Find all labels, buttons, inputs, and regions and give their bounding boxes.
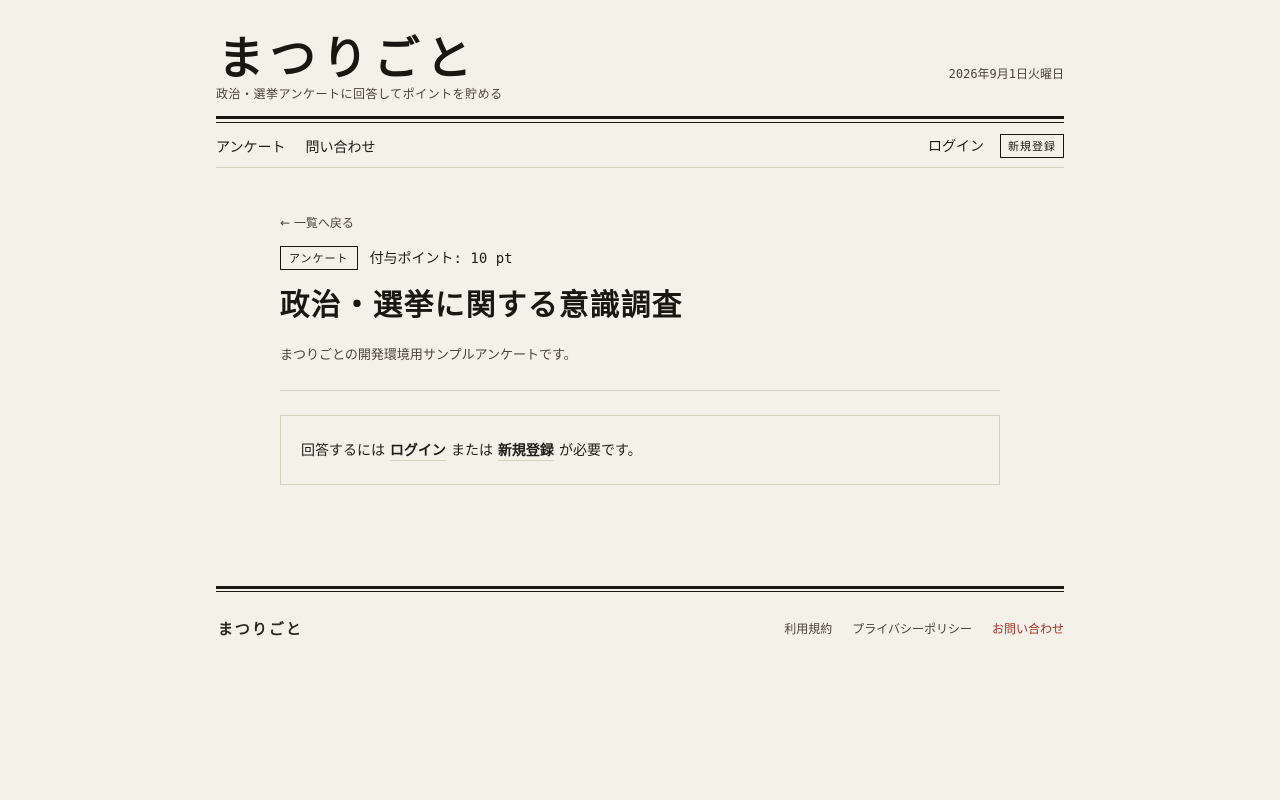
notice-prefix: 回答するには [301,443,385,459]
back-to-list-link[interactable]: ← 一覧へ戻る [280,214,354,231]
survey-detail: ← 一覧へ戻る アンケート 付与ポイント: 10 pt 政治・選挙に関する意識調… [280,212,1000,485]
nav-item-contact[interactable]: 問い合わせ [305,137,375,157]
current-date: 2026年9月1日火曜日 [948,67,1064,81]
reward-points: 付与ポイント: 10 pt [369,251,513,267]
notice-middle: または [451,443,493,459]
notice-suffix: が必要です。 [559,443,642,459]
notice-register-link[interactable]: 新規登録 [498,440,554,461]
header-rule-thick [216,116,1064,119]
main-nav: アンケート 問い合わせ ログイン 新規登録 [216,123,1064,168]
footer-privacy-link[interactable]: プライバシーポリシー [852,620,972,637]
notice-login-link[interactable]: ログイン [390,440,446,461]
footer-rule-thick [216,586,1064,589]
footer-terms-link[interactable]: 利用規約 [784,620,832,637]
site-header: まつりごと 政治・選挙アンケートに回答してポイントを貯める 2026年9月1日火… [216,0,1064,116]
content-divider [280,390,1000,391]
survey-description: まつりごとの開発環境用サンプルアンケートです。 [280,348,577,363]
nav-item-surveys[interactable]: アンケート [216,137,285,157]
footer-rule-thin [216,591,1064,592]
login-required-notice: 回答するには ログイン または 新規登録 が必要です。 [280,415,1000,485]
footer-logo[interactable]: まつりごと [218,618,303,639]
footer-links: 利用規約 プライバシーポリシー お問い合わせ [784,620,1064,637]
site-title[interactable]: まつりごと [218,30,478,86]
survey-title: 政治・選挙に関する意識調査 [280,288,683,323]
site-tagline: 政治・選挙アンケートに回答してポイントを貯める [216,87,503,101]
page-container: まつりごと 政治・選挙アンケートに回答してポイントを貯める 2026年9月1日火… [216,0,1064,638]
category-badge: アンケート [280,246,358,270]
survey-meta: アンケート 付与ポイント: 10 pt [280,246,1000,270]
nav-left: アンケート 問い合わせ [216,137,375,157]
nav-right: ログイン 新規登録 [928,134,1064,158]
login-link[interactable]: ログイン [928,136,984,156]
footer-contact-link[interactable]: お問い合わせ [992,620,1064,637]
register-button[interactable]: 新規登録 [1000,134,1064,158]
